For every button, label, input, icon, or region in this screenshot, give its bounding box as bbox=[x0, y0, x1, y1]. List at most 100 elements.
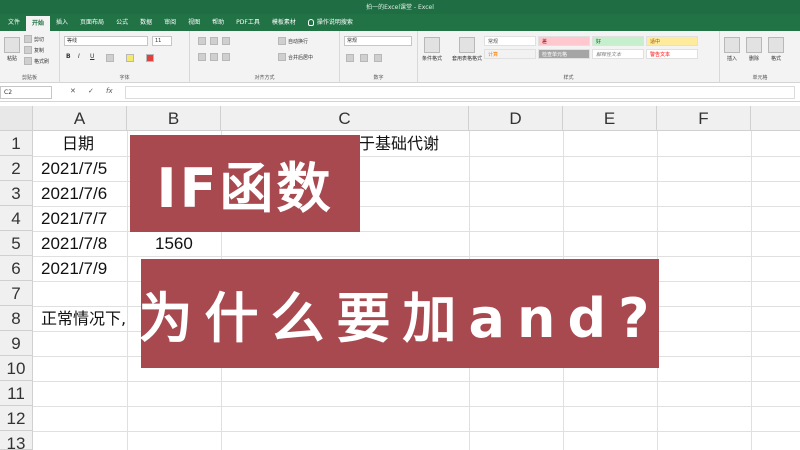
tab-insert[interactable]: 插入 bbox=[50, 14, 74, 31]
italic-button[interactable]: I bbox=[78, 53, 80, 60]
brush-icon bbox=[24, 57, 32, 65]
insert-function-icon[interactable]: fx bbox=[106, 87, 113, 95]
tab-view[interactable]: 视图 bbox=[182, 14, 206, 31]
row-header-12[interactable]: 12 bbox=[0, 406, 33, 431]
font-size-select[interactable]: 11 bbox=[152, 36, 172, 46]
cell-a2[interactable]: 2021/7/5 bbox=[41, 156, 107, 181]
align-left-icon[interactable] bbox=[198, 53, 206, 61]
row-header-1[interactable]: 1 bbox=[0, 131, 33, 156]
column-header-e[interactable]: E bbox=[563, 106, 657, 131]
align-top-icon[interactable] bbox=[198, 37, 206, 45]
copy-icon bbox=[24, 46, 32, 54]
style-good[interactable]: 好 bbox=[592, 36, 644, 46]
cancel-icon[interactable]: ✕ bbox=[70, 87, 76, 95]
name-box[interactable]: C2 bbox=[0, 86, 52, 99]
select-all-corner[interactable] bbox=[0, 106, 33, 131]
tab-templates[interactable]: 模板素材 bbox=[266, 14, 302, 31]
table-icon bbox=[459, 37, 475, 53]
cell-a1[interactable]: 日期 bbox=[62, 131, 94, 156]
column-header-d[interactable]: D bbox=[469, 106, 563, 131]
row-header-6[interactable]: 6 bbox=[0, 256, 33, 281]
tab-home[interactable]: 开始 bbox=[26, 16, 51, 31]
cell-a3[interactable]: 2021/7/6 bbox=[41, 181, 107, 206]
paste-icon bbox=[4, 37, 20, 53]
style-neutral[interactable]: 适中 bbox=[646, 36, 698, 46]
conditional-format-icon bbox=[424, 37, 440, 53]
tab-formulas[interactable]: 公式 bbox=[110, 14, 134, 31]
row-header-11[interactable]: 11 bbox=[0, 381, 33, 406]
comma-icon[interactable] bbox=[374, 54, 382, 62]
alignment-group-label: 对齐方式 bbox=[254, 75, 275, 81]
cells-group: 插入 删除 格式 单元格 bbox=[720, 31, 800, 83]
tab-pdf-tools[interactable]: PDF工具 bbox=[230, 14, 266, 31]
conditional-format-button[interactable]: 条件格式 bbox=[422, 37, 442, 62]
paste-button[interactable]: 粘贴 bbox=[4, 37, 20, 62]
bold-button[interactable]: B bbox=[66, 53, 71, 60]
align-center-icon[interactable] bbox=[210, 53, 218, 61]
row-header-10[interactable]: 10 bbox=[0, 356, 33, 381]
style-normal[interactable]: 常规 bbox=[484, 36, 536, 46]
row-header-8[interactable]: 8 bbox=[0, 306, 33, 331]
insert-cells-button[interactable]: 插入 bbox=[724, 37, 740, 62]
copy-button[interactable]: 复制 bbox=[24, 46, 44, 54]
align-bottom-icon[interactable] bbox=[222, 37, 230, 45]
font-name-select[interactable]: 等线 bbox=[64, 36, 148, 46]
tab-review[interactable]: 审阅 bbox=[158, 14, 182, 31]
tab-data[interactable]: 数据 bbox=[134, 14, 158, 31]
row-header-3[interactable]: 3 bbox=[0, 181, 33, 206]
style-calculation[interactable]: 计算 bbox=[484, 49, 536, 59]
delete-cells-icon bbox=[746, 37, 762, 53]
style-bad[interactable]: 差 bbox=[538, 36, 590, 46]
format-cells-button[interactable]: 格式 bbox=[768, 37, 784, 62]
row-header-4[interactable]: 4 bbox=[0, 206, 33, 231]
merge-center-button[interactable]: 合并后居中 bbox=[278, 53, 313, 61]
column-header-g[interactable] bbox=[751, 106, 800, 131]
row-header-9[interactable]: 9 bbox=[0, 331, 33, 356]
column-header-f[interactable]: F bbox=[657, 106, 751, 131]
cell-a5[interactable]: 2021/7/8 bbox=[41, 231, 107, 256]
cell-b5[interactable]: 1560 bbox=[155, 231, 193, 256]
insert-cells-icon bbox=[724, 37, 740, 53]
tell-me-search[interactable]: 操作说明搜索 bbox=[302, 14, 359, 31]
column-header-a[interactable]: A bbox=[33, 106, 127, 131]
column-header-c[interactable]: C bbox=[221, 106, 469, 131]
borders-icon[interactable] bbox=[106, 54, 114, 62]
align-middle-icon[interactable] bbox=[210, 37, 218, 45]
cell-a6[interactable]: 2021/7/9 bbox=[41, 256, 107, 281]
percent-icon[interactable] bbox=[360, 54, 368, 62]
row-header-5[interactable]: 5 bbox=[0, 231, 33, 256]
tab-help[interactable]: 帮助 bbox=[206, 14, 230, 31]
wrap-text-button[interactable]: 自动换行 bbox=[278, 37, 308, 45]
lightbulb-icon bbox=[307, 19, 314, 26]
row-header-2[interactable]: 2 bbox=[0, 156, 33, 181]
cell-c1[interactable]: 于基础代谢 bbox=[359, 131, 439, 156]
formula-input[interactable] bbox=[125, 86, 795, 99]
delete-cells-button[interactable]: 删除 bbox=[746, 37, 762, 62]
tab-file[interactable]: 文件 bbox=[2, 14, 26, 31]
row-header-7[interactable]: 7 bbox=[0, 281, 33, 306]
cell-a4[interactable]: 2021/7/7 bbox=[41, 206, 107, 231]
style-explanatory[interactable]: 解释性文本 bbox=[592, 49, 644, 59]
currency-icon[interactable] bbox=[346, 54, 354, 62]
gridline bbox=[751, 131, 752, 450]
font-color-icon[interactable] bbox=[146, 54, 154, 62]
font-group-label: 字体 bbox=[119, 75, 130, 81]
cell-a8[interactable]: 正常情况下, bbox=[41, 306, 126, 331]
style-check-cell[interactable]: 检查单元格 bbox=[538, 49, 590, 59]
style-warning[interactable]: 警告文本 bbox=[646, 49, 698, 59]
ribbon: 粘贴 剪切 复制 格式刷 剪贴板 等线 11 B I U 字体 自动换行 合并后… bbox=[0, 31, 800, 83]
styles-group-label: 样式 bbox=[563, 75, 574, 81]
number-group: 常规 数字 bbox=[340, 31, 418, 83]
align-right-icon[interactable] bbox=[222, 53, 230, 61]
fill-color-icon[interactable] bbox=[126, 54, 134, 62]
underline-button[interactable]: U bbox=[90, 53, 94, 60]
column-header-b[interactable]: B bbox=[127, 106, 221, 131]
format-painter-button[interactable]: 格式刷 bbox=[24, 57, 49, 65]
cut-button[interactable]: 剪切 bbox=[24, 35, 44, 43]
enter-icon[interactable]: ✓ bbox=[88, 87, 94, 95]
format-as-table-button[interactable]: 套用表格格式 bbox=[452, 37, 482, 62]
ribbon-tab-bar: 文件 开始 插入 页面布局 公式 数据 审阅 视图 帮助 PDF工具 模板素材 … bbox=[0, 14, 800, 31]
number-format-select[interactable]: 常规 bbox=[344, 36, 412, 46]
tab-page-layout[interactable]: 页面布局 bbox=[74, 14, 110, 31]
row-header-13[interactable]: 13 bbox=[0, 431, 33, 450]
